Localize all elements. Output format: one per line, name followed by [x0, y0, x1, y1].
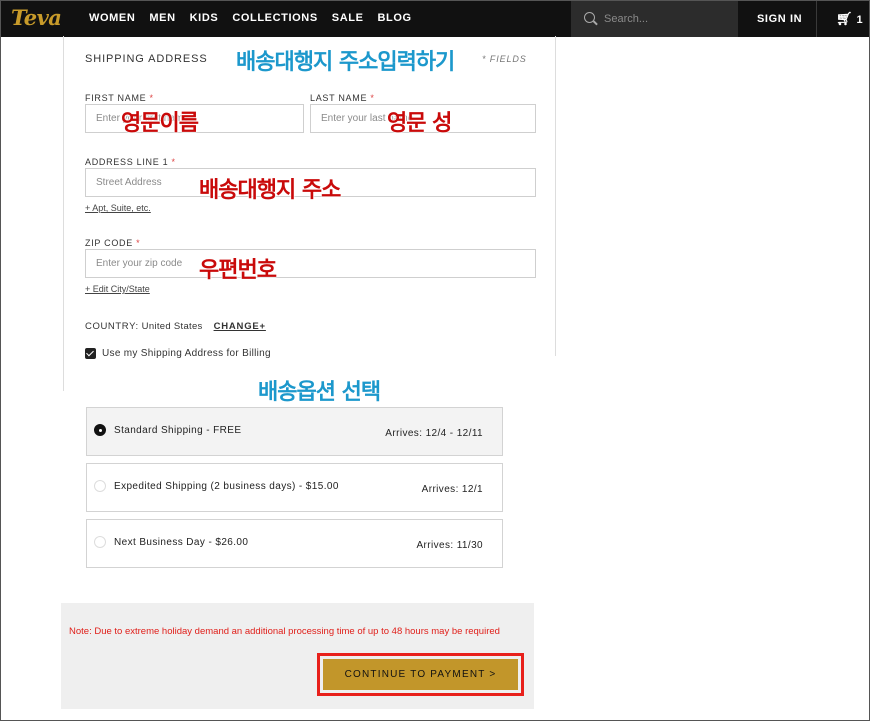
shipping-option-arrival: Arrives: 11/30 — [416, 540, 483, 551]
billing-same-row: Use my Shipping Address for Billing — [85, 348, 271, 359]
first-name-label: FIRST NAME * — [85, 93, 154, 103]
nav-item-kids[interactable]: KIDS — [190, 12, 219, 24]
cart-icon: 🛒︎ — [836, 11, 853, 26]
zip-code-input[interactable] — [85, 249, 536, 278]
required-fields-note: * FIELDS — [482, 54, 527, 64]
shipping-option-name: Expedited Shipping (2 business days) - $… — [114, 481, 339, 492]
annotation-zip: 우편번호 — [199, 258, 277, 284]
shipping-address-form: SHIPPING ADDRESS * FIELDS FIRST NAME * L… — [63, 36, 556, 391]
checkout-footer: Note: Due to extreme holiday demand an a… — [61, 603, 534, 709]
cart-button[interactable]: 🛒︎ 1 — [836, 11, 863, 27]
annotation-last-name: 영문 성 — [387, 111, 453, 137]
continue-to-payment-button[interactable]: CONTINUE TO PAYMENT > — [323, 659, 518, 690]
country-row: COUNTRY: United States CHANGE+ — [85, 321, 266, 332]
shipping-option-next-day[interactable]: Next Business Day - $26.00 Arrives: 11/3… — [86, 519, 503, 568]
shipping-radio-standard[interactable] — [94, 424, 106, 436]
continue-highlight-box: CONTINUE TO PAYMENT > — [317, 653, 524, 696]
nav-item-sale[interactable]: SALE — [332, 12, 364, 24]
billing-same-checkbox[interactable] — [85, 348, 96, 359]
holiday-processing-note: Note: Due to extreme holiday demand an a… — [69, 626, 500, 637]
last-name-label: LAST NAME * — [310, 93, 375, 103]
search-input[interactable] — [604, 10, 732, 28]
zip-code-label: ZIP CODE * — [85, 238, 141, 248]
annotation-first-name: 영문이름 — [121, 111, 199, 137]
country-label: COUNTRY: — [85, 321, 139, 332]
search-box — [571, 1, 738, 37]
shipping-option-arrival: Arrives: 12/1 — [421, 484, 483, 495]
annotation-title: 배송대행지 주소입력하기 — [236, 50, 455, 75]
shipping-option-standard[interactable]: Standard Shipping - FREE Arrives: 12/4 -… — [86, 407, 503, 456]
shipping-radio-next-day[interactable] — [94, 536, 106, 548]
address-line-1-label: ADDRESS LINE 1 * — [85, 157, 176, 167]
shipping-option-arrival: Arrives: 12/4 - 12/11 — [385, 428, 483, 439]
nav-item-blog[interactable]: BLOG — [378, 12, 412, 24]
nav-item-men[interactable]: MEN — [149, 12, 175, 24]
apt-suite-link[interactable]: + Apt, Suite, etc. — [85, 203, 151, 213]
shipping-option-name: Standard Shipping - FREE — [114, 425, 242, 436]
top-navigation: Teva WOMEN MEN KIDS COLLECTIONS SALE BLO… — [1, 1, 869, 37]
shipping-radio-expedited[interactable] — [94, 480, 106, 492]
shipping-option-expedited[interactable]: Expedited Shipping (2 business days) - $… — [86, 463, 503, 512]
nav-item-collections[interactable]: COLLECTIONS — [232, 12, 317, 24]
annotation-shipping: 배송옵션 선택 — [258, 380, 381, 405]
section-title: SHIPPING ADDRESS — [85, 53, 208, 65]
country-value: United States — [141, 321, 203, 332]
nav-item-women[interactable]: WOMEN — [89, 12, 135, 24]
change-country-link[interactable]: CHANGE+ — [214, 321, 266, 332]
teva-logo[interactable]: Teva — [11, 5, 62, 30]
sign-in-link[interactable]: SIGN IN — [757, 13, 802, 25]
shipping-option-name: Next Business Day - $26.00 — [114, 537, 249, 548]
nav-divider — [816, 1, 817, 37]
annotation-address: 배송대행지 주소 — [199, 178, 342, 204]
billing-same-label: Use my Shipping Address for Billing — [102, 348, 271, 359]
cart-count: 1 — [856, 14, 863, 26]
search-icon[interactable] — [584, 12, 595, 23]
main-nav: WOMEN MEN KIDS COLLECTIONS SALE BLOG — [89, 12, 412, 24]
edit-city-state-link[interactable]: + Edit City/State — [85, 284, 150, 294]
